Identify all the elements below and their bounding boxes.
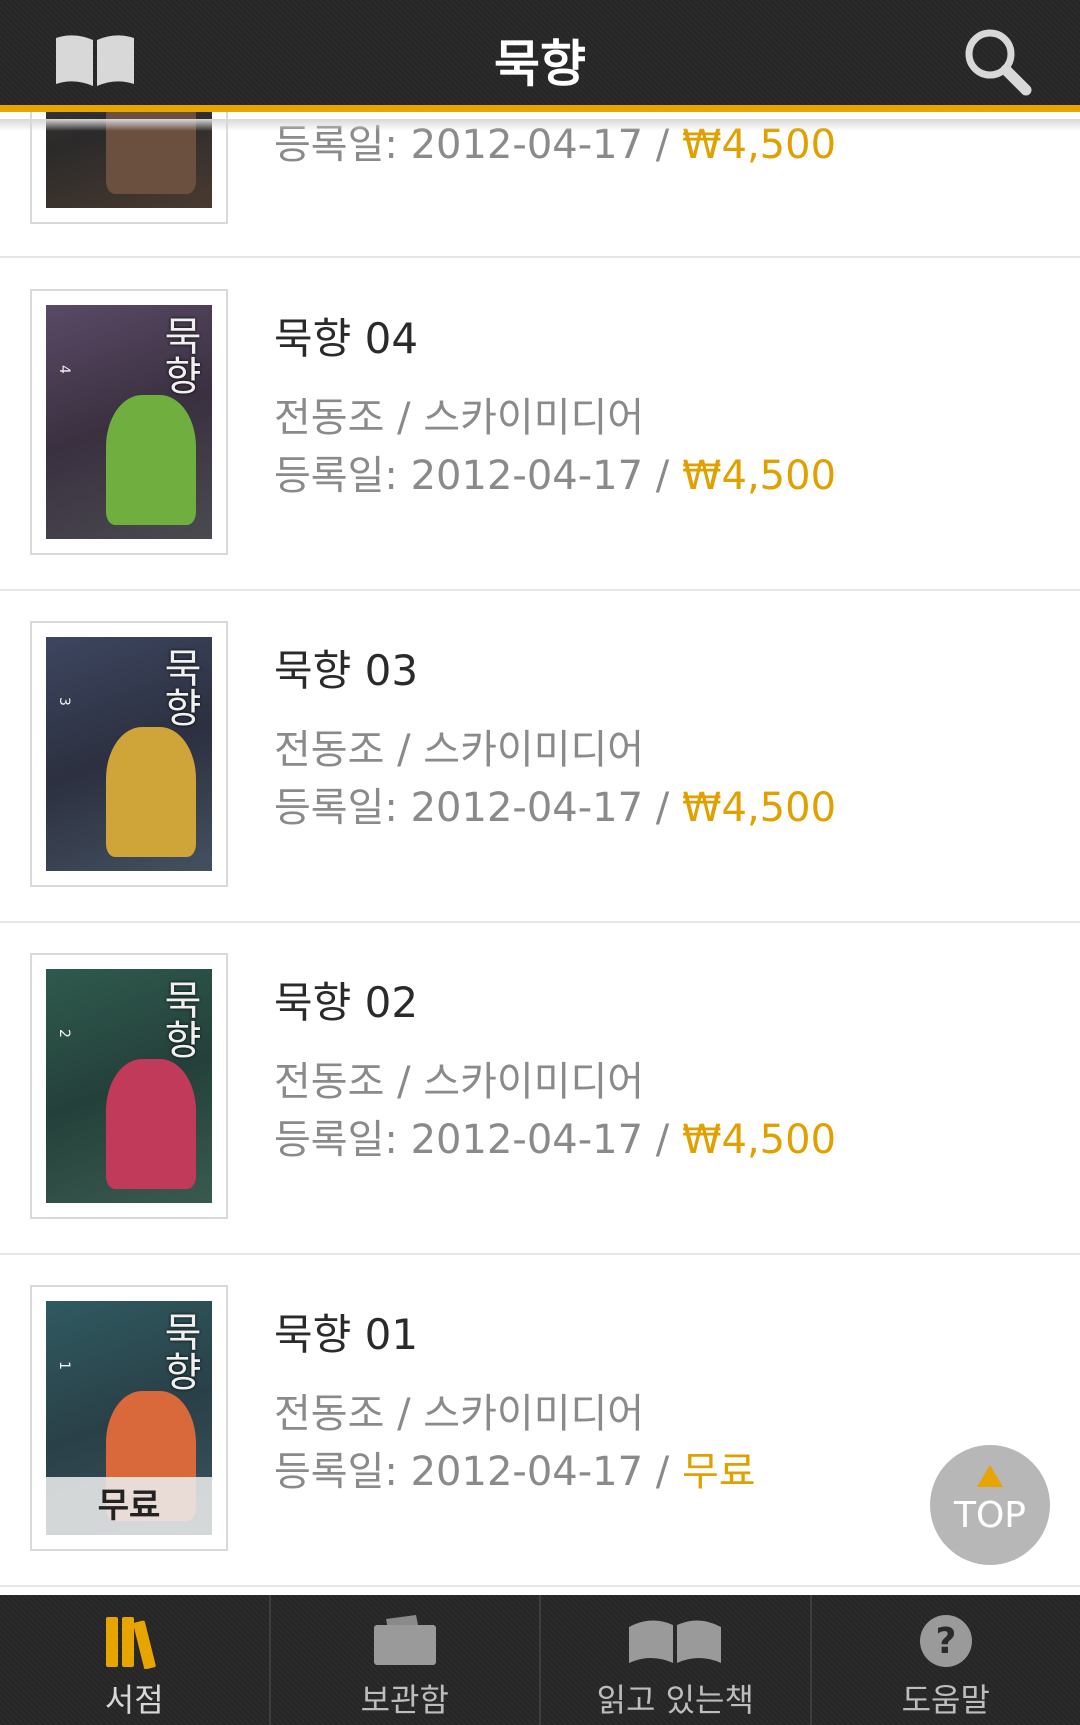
book-author: 전동조 / 스카이미디어 [274, 727, 645, 773]
book-price: ₩4,500 [681, 453, 837, 499]
cover-volume: 3 [56, 697, 72, 708]
search-icon[interactable] [962, 26, 1032, 96]
cover-figure [106, 1059, 196, 1189]
top-button-label: TOP [953, 1495, 1027, 1536]
tab-label: 보관함 [360, 1681, 449, 1719]
cover-title-text: 묵향 [156, 979, 202, 1059]
book-meta: 등록일: 2012-04-17 / ₩4,500 [274, 775, 836, 833]
book-cover[interactable]: 묵향 2 [30, 953, 228, 1219]
cover-title-text: 묵향 [156, 647, 202, 727]
cover-title-text: 묵향 [156, 315, 202, 395]
tab-label: 도움말 [901, 1681, 990, 1719]
tab-bookstore[interactable]: 서점 [0, 1595, 271, 1725]
book-cover[interactable]: 묵향 1 무료 [30, 1285, 228, 1551]
app-header: 묵향 [0, 0, 1080, 112]
header-shadow [0, 119, 1080, 131]
list-item[interactable]: 묵향 4 묵향 04 전동조 / 스카이미디어 등록일: 2012-04-17 … [0, 259, 1080, 591]
register-date: 등록일: 2012-04-17 / [274, 1117, 682, 1163]
book-author: 전동조 / 스카이미디어 [274, 1059, 645, 1105]
tab-label: 서점 [104, 1681, 164, 1719]
register-date: 등록일: 2012-04-17 / [274, 1449, 682, 1495]
book-price: ₩4,500 [681, 1117, 837, 1163]
cover-figure [106, 395, 196, 525]
book-meta: 등록일: 2012-04-17 / ₩4,500 [274, 1107, 836, 1165]
book-title[interactable]: 묵향 01 [274, 1301, 418, 1362]
free-badge: 무료 [46, 1477, 212, 1535]
tab-label: 읽고 있는책 [596, 1681, 754, 1719]
cover-volume: 4 [56, 365, 72, 376]
help-icon: ? [919, 1615, 972, 1667]
cover-image: 묵향 4 [46, 305, 212, 539]
cover-image: 묵향 3 [46, 637, 212, 871]
book-author: 전동조 / 스카이미디어 [274, 1391, 645, 1437]
tab-reading[interactable]: 읽고 있는책 [541, 1595, 812, 1725]
scroll-top-button[interactable]: TOP [930, 1445, 1050, 1565]
tab-help[interactable]: ? 도움말 [812, 1595, 1080, 1725]
tab-storage[interactable]: 보관함 [271, 1595, 541, 1725]
cover-volume: 2 [56, 1029, 72, 1040]
folder-icon [373, 1615, 436, 1665]
svg-text:?: ? [935, 1621, 956, 1662]
book-meta: 등록일: 2012-04-17 / ₩4,500 [274, 443, 836, 501]
book-meta: 등록일: 2012-04-17 / 무료 [274, 1439, 756, 1497]
book-cover[interactable]: 묵향 3 [30, 621, 228, 887]
arrow-up-icon [977, 1465, 1003, 1487]
book-title[interactable]: 묵향 04 [274, 305, 418, 366]
page-title: 묵향 [494, 35, 586, 93]
open-book-icon [629, 1620, 722, 1663]
book-price: ₩4,500 [681, 785, 837, 831]
cover-image: 묵향 1 무료 [46, 1301, 212, 1535]
bookstore-icon [106, 1617, 156, 1669]
bottom-tab-bar: 서점 보관함 읽고 있는책 ? 도움말 [0, 1595, 1080, 1725]
list-item[interactable]: 묵향 1 무료 묵향 01 전동조 / 스카이미디어 등록일: 2012-04-… [0, 1255, 1080, 1587]
book-cover[interactable]: 묵향 4 [30, 289, 228, 555]
book-author: 전동조 / 스카이미디어 [274, 395, 645, 441]
book-title[interactable]: 묵향 02 [274, 969, 418, 1030]
cover-figure [106, 727, 196, 857]
cover-image: 묵향 2 [46, 969, 212, 1203]
book-price: 무료 [681, 1449, 756, 1495]
list-item[interactable]: 묵향 3 묵향 03 전동조 / 스카이미디어 등록일: 2012-04-17 … [0, 591, 1080, 923]
book-title[interactable]: 묵향 03 [274, 637, 418, 698]
register-date: 등록일: 2012-04-17 / [274, 453, 682, 499]
cover-volume: 1 [56, 1361, 72, 1372]
list-item[interactable]: 묵향 2 묵향 02 전동조 / 스카이미디어 등록일: 2012-04-17 … [0, 923, 1080, 1255]
cover-title-text: 묵향 [156, 1311, 202, 1391]
register-date: 등록일: 2012-04-17 / [274, 785, 682, 831]
